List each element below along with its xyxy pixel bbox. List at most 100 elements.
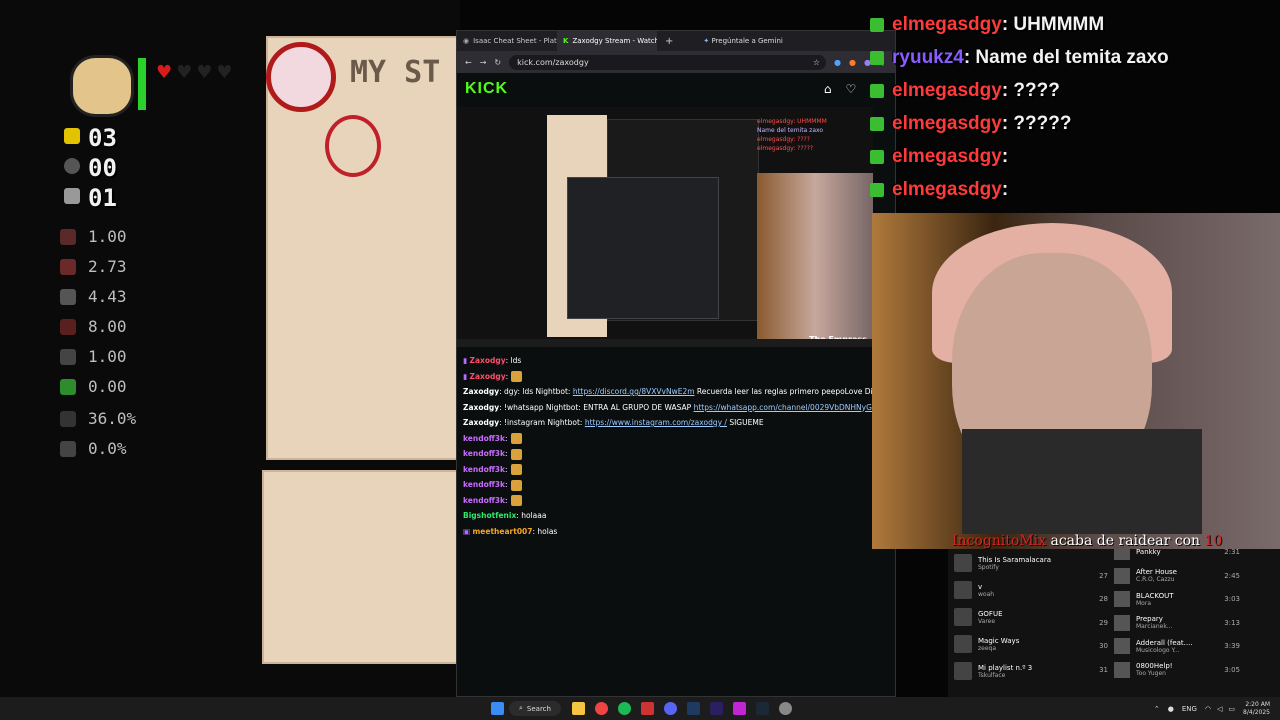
- chat-username[interactable]: kendoff3k: [463, 496, 505, 505]
- stat-shotspeed: 1.00: [88, 347, 127, 366]
- reload-icon[interactable]: ↻: [494, 58, 501, 67]
- forward-icon[interactable]: →: [480, 58, 487, 67]
- playlist-name: v: [978, 582, 983, 591]
- isaac-app-icon[interactable]: [778, 702, 792, 715]
- chat-username[interactable]: meetheart007: [472, 527, 532, 536]
- search-icon: ⌕: [519, 704, 523, 712]
- key-icon: [64, 188, 80, 204]
- stat-damage: 4.43: [88, 287, 127, 306]
- chat-username[interactable]: Zaxodgy: [463, 403, 499, 412]
- overlay-message: : ????: [1001, 79, 1060, 101]
- track-row[interactable]: 30 Adderall (feat.... Musicologo Y... 3:39: [1094, 635, 1280, 657]
- track-row[interactable]: 29 Prepary Marcianek... 3:13: [1094, 612, 1280, 634]
- fortune-cookie-icon: [70, 55, 134, 117]
- photoshop-icon[interactable]: [686, 702, 700, 715]
- playlist-item[interactable]: This Is Saramalacara Spotify: [954, 551, 1084, 575]
- chat-text: : holas: [532, 526, 558, 536]
- search-label: Search: [526, 704, 551, 713]
- playlist-item[interactable]: Magic Ways zeeqa: [954, 632, 1084, 656]
- chat-text-tail: Recuerda leer las reglas primero peepoLo…: [696, 387, 873, 396]
- wifi-icon[interactable]: ◠: [1205, 705, 1211, 713]
- extension-icon[interactable]: ●: [849, 58, 856, 67]
- chat-message: kendoff3k:: [463, 446, 873, 462]
- discord-icon[interactable]: [663, 702, 677, 715]
- playlist-text: v woah: [978, 583, 994, 598]
- canva-icon[interactable]: [732, 702, 746, 715]
- chat-text: : !whatsapp Nightbot: ENTRA AL GRUPO DE …: [499, 402, 694, 412]
- browser-window: ◉ Isaac Cheat Sheet - Platinu ✕ K Zaxodg…: [456, 30, 896, 697]
- chat-message: ▮ Zaxodgy:: [463, 369, 873, 385]
- track-artist: Too Yugen: [1136, 670, 1166, 677]
- track-row[interactable]: Pankky 2:31: [1094, 549, 1280, 563]
- playlist-item[interactable]: Mi playlist n.º 3 Tskulface: [954, 659, 1084, 683]
- overlay-message: : Name del temita zaxo: [963, 46, 1169, 68]
- chat-username[interactable]: Zaxodgy: [463, 418, 499, 427]
- chat-username[interactable]: Bigshotfenix: [463, 511, 516, 520]
- chat-link[interactable]: https://www.instagram.com/zaxodgy /: [585, 418, 727, 427]
- tray-app-icon[interactable]: ●: [1168, 705, 1174, 713]
- emote-icon: [510, 448, 522, 460]
- playlist-owner: Varee: [978, 617, 996, 625]
- chat-username[interactable]: kendoff3k: [463, 465, 505, 474]
- chat-link[interactable]: https://whatsapp.com/channel/0029VbDNHNy…: [694, 403, 873, 412]
- bookmark-star-icon[interactable]: ☆: [813, 58, 820, 67]
- kick-badge-icon: [870, 182, 884, 197]
- chat-username[interactable]: kendoff3k: [463, 434, 505, 443]
- chat-username[interactable]: Zaxodgy: [463, 387, 499, 396]
- start-icon[interactable]: [491, 702, 504, 715]
- playlist-owner: Tskulface: [978, 671, 1006, 679]
- chat-username[interactable]: Zaxodgy: [470, 356, 506, 365]
- stat-angel-chance: 0.0%: [88, 439, 127, 458]
- playlist-item[interactable]: GOFUE Varee: [954, 605, 1084, 629]
- devil-chance-icon: [60, 411, 76, 427]
- clock[interactable]: 2:20 AM 8/4/2025: [1243, 701, 1270, 717]
- track-row[interactable]: 28 BLACKOUT Mora 3:03: [1094, 588, 1280, 610]
- game-capture: MY ST ♥♥♥♥ 03 00 01 1.00 2.73 4.43 8.00 …: [0, 0, 460, 697]
- battery-icon[interactable]: ▭: [1228, 705, 1235, 713]
- chat-username[interactable]: Zaxodgy: [470, 372, 506, 381]
- tray-chevron-icon[interactable]: ⌃: [1154, 705, 1160, 713]
- chrome-icon[interactable]: [594, 702, 608, 715]
- url-input[interactable]: kick.com/zaxodgy ☆: [509, 54, 827, 70]
- playlist-item[interactable]: v woah: [954, 578, 1084, 602]
- tab-bar: ◉ Isaac Cheat Sheet - Platinu ✕ K Zaxodg…: [457, 31, 895, 51]
- spotify-icon[interactable]: [617, 702, 631, 715]
- track-artist: C.R.O, Cazzu: [1136, 576, 1175, 583]
- spotify-window: This Is Saramalacara Spotify v woah GOFUE Var…: [948, 549, 1280, 697]
- raid-count: 10: [1204, 533, 1223, 549]
- playlist-owner: woah: [978, 590, 995, 598]
- stream-player[interactable]: elmegasdgy: UHMMMM Name del temita zaxo …: [457, 107, 873, 347]
- item-marker-icon: [325, 115, 381, 177]
- kick-logo[interactable]: KICK: [465, 80, 508, 98]
- volume-icon[interactable]: ◁: [1217, 705, 1222, 713]
- chat-username[interactable]: kendoff3k: [463, 449, 505, 458]
- address-bar: ← → ↻ kick.com/zaxodgy☆ ● ● ● ⋮: [457, 51, 895, 73]
- tab-label: Zaxodgy Stream - Watch L: [572, 37, 657, 45]
- gemini-button[interactable]: ✦ Pregúntale a Gemini: [703, 37, 782, 45]
- track-row[interactable]: 27 After House C.R.O, Cazzu 2:45: [1094, 565, 1280, 587]
- search-box[interactable]: ⌕ Search: [509, 701, 561, 716]
- track-artist: Mora: [1136, 599, 1151, 607]
- new-tab-icon[interactable]: +: [657, 36, 681, 47]
- tab-kick-stream[interactable]: K Zaxodgy Stream - Watch L ✕: [557, 31, 657, 51]
- stat-devil-chance: 36.0%: [88, 409, 137, 428]
- chat-panel: ▮ Zaxodgy: lds ▮ Zaxodgy: Zaxodgy: dgy: ld…: [463, 353, 873, 539]
- premiere-icon[interactable]: [709, 702, 723, 715]
- tab-cheat-sheet[interactable]: ◉ Isaac Cheat Sheet - Platinu ✕: [457, 31, 557, 51]
- steam-icon[interactable]: [755, 702, 769, 715]
- obs-icon[interactable]: [640, 702, 654, 715]
- track-number: 29: [1099, 618, 1108, 627]
- track-row[interactable]: 31 0800Help! Too Yugen 3:05: [1094, 659, 1280, 681]
- gift-icon[interactable]: ⌂: [824, 82, 832, 96]
- chat-link[interactable]: https://discord.gg/8VXVvNwE2m: [573, 387, 695, 396]
- back-icon[interactable]: ←: [465, 58, 472, 67]
- track-duration: 3:39: [1224, 642, 1240, 650]
- stream-taskbar: [457, 339, 873, 347]
- extension-icon[interactable]: ●: [834, 58, 841, 67]
- chat-username[interactable]: kendoff3k: [463, 480, 505, 489]
- follow-heart-icon[interactable]: ♡: [846, 82, 857, 96]
- overlay-chat-line: elmegasdgy:: [870, 173, 1280, 206]
- file-explorer-icon[interactable]: [571, 702, 585, 715]
- language-indicator[interactable]: ENG: [1182, 705, 1197, 713]
- chat-message: kendoff3k:: [463, 462, 873, 478]
